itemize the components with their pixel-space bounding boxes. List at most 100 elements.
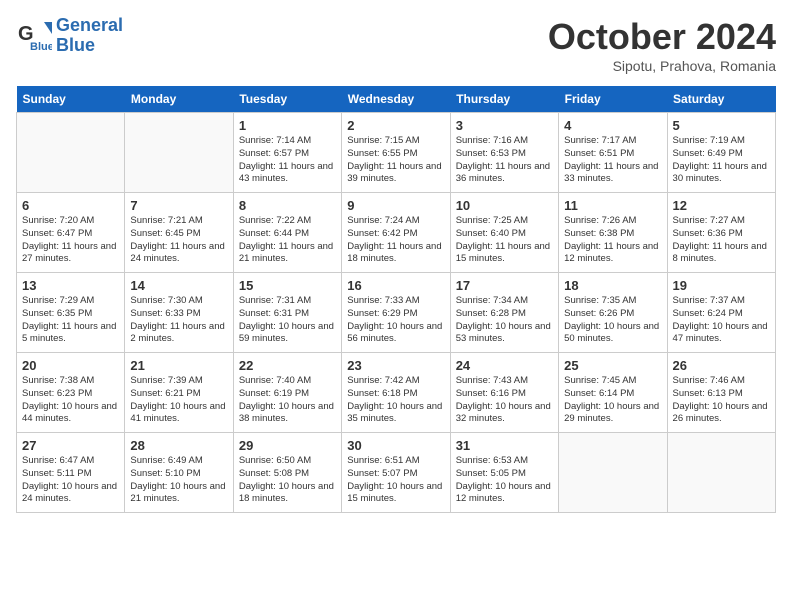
logo: G Blue General Blue	[16, 16, 123, 56]
calendar-cell	[559, 433, 667, 513]
calendar-cell	[17, 113, 125, 193]
week-row-2: 6 Sunrise: 7:20 AM Sunset: 6:47 PM Daylig…	[17, 193, 776, 273]
day-number: 31	[456, 438, 553, 453]
calendar-cell: 1Sunrise: 7:14 AM Sunset: 6:57 PM Daylig…	[233, 113, 341, 193]
title-block: October 2024 Sipotu, Prahova, Romania	[548, 16, 776, 74]
column-header-saturday: Saturday	[667, 86, 775, 113]
day-info: Sunrise: 7:21 AM Sunset: 6:45 PM Dayligh…	[130, 215, 227, 266]
day-info: Sunrise: 7:43 AM Sunset: 6:16 PM Dayligh…	[456, 375, 553, 426]
calendar-cell: 22Sunrise: 7:40 AM Sunset: 6:19 PM Dayli…	[233, 353, 341, 433]
day-number: 13	[22, 278, 119, 293]
calendar-cell: 10 Sunrise: 7:25 AM Sunset: 6:40 PM Dayli…	[450, 193, 558, 273]
calendar-cell: 11 Sunrise: 7:26 AM Sunset: 6:38 PM Dayli…	[559, 193, 667, 273]
location-subtitle: Sipotu, Prahova, Romania	[548, 58, 776, 74]
calendar-cell: 15Sunrise: 7:31 AM Sunset: 6:31 PM Dayli…	[233, 273, 341, 353]
day-info: Sunrise: 7:15 AM Sunset: 6:55 PM Dayligh…	[347, 135, 444, 186]
day-number: 7	[130, 198, 227, 213]
day-info: Sunrise: 7:40 AM Sunset: 6:19 PM Dayligh…	[239, 375, 336, 426]
day-info: Sunrise: 7:19 AM Sunset: 6:49 PM Dayligh…	[673, 135, 770, 186]
column-header-sunday: Sunday	[17, 86, 125, 113]
logo-text: General Blue	[56, 16, 123, 56]
calendar-header-row: SundayMondayTuesdayWednesdayThursdayFrid…	[17, 86, 776, 113]
day-number: 6	[22, 198, 119, 213]
day-info: Sunrise: 7:22 AM Sunset: 6:44 PM Dayligh…	[239, 215, 336, 266]
calendar-cell	[125, 113, 233, 193]
calendar-cell: 16 Sunrise: 7:33 AM Sunset: 6:29 PM Dayli…	[342, 273, 450, 353]
week-row-4: 20 Sunrise: 7:38 AM Sunset: 6:23 PM Dayli…	[17, 353, 776, 433]
calendar-cell: 27 Sunrise: 6:47 AM Sunset: 5:11 PM Dayli…	[17, 433, 125, 513]
day-number: 17	[456, 278, 553, 293]
day-number: 29	[239, 438, 336, 453]
calendar-cell: 14 Sunrise: 7:30 AM Sunset: 6:33 PM Dayli…	[125, 273, 233, 353]
month-title: October 2024	[548, 16, 776, 58]
day-info: Sunrise: 7:29 AM Sunset: 6:35 PM Dayligh…	[22, 295, 119, 346]
page-header: G Blue General Blue October 2024 Sipotu,…	[16, 16, 776, 74]
day-info: Sunrise: 7:26 AM Sunset: 6:38 PM Dayligh…	[564, 215, 661, 266]
svg-text:Blue: Blue	[30, 41, 52, 53]
day-number: 27	[22, 438, 119, 453]
column-header-monday: Monday	[125, 86, 233, 113]
day-info: Sunrise: 7:30 AM Sunset: 6:33 PM Dayligh…	[130, 295, 227, 346]
day-info: Sunrise: 7:46 AM Sunset: 6:13 PM Dayligh…	[673, 375, 770, 426]
calendar-cell: 8Sunrise: 7:22 AM Sunset: 6:44 PM Daylig…	[233, 193, 341, 273]
calendar-cell: 17 Sunrise: 7:34 AM Sunset: 6:28 PM Dayli…	[450, 273, 558, 353]
day-info: Sunrise: 7:31 AM Sunset: 6:31 PM Dayligh…	[239, 295, 336, 346]
calendar-cell: 24Sunrise: 7:43 AM Sunset: 6:16 PM Dayli…	[450, 353, 558, 433]
day-number: 30	[347, 438, 444, 453]
day-info: Sunrise: 6:53 AM Sunset: 5:05 PM Dayligh…	[456, 455, 553, 506]
day-info: Sunrise: 6:47 AM Sunset: 5:11 PM Dayligh…	[22, 455, 119, 506]
calendar-cell: 25Sunrise: 7:45 AM Sunset: 6:14 PM Dayli…	[559, 353, 667, 433]
calendar-cell: 31 Sunrise: 6:53 AM Sunset: 5:05 PM Dayli…	[450, 433, 558, 513]
column-header-wednesday: Wednesday	[342, 86, 450, 113]
week-row-3: 13 Sunrise: 7:29 AM Sunset: 6:35 PM Dayli…	[17, 273, 776, 353]
day-number: 10	[456, 198, 553, 213]
day-info: Sunrise: 7:25 AM Sunset: 6:40 PM Dayligh…	[456, 215, 553, 266]
day-info: Sunrise: 7:14 AM Sunset: 6:57 PM Dayligh…	[239, 135, 336, 186]
day-info: Sunrise: 7:20 AM Sunset: 6:47 PM Dayligh…	[22, 215, 119, 266]
column-header-friday: Friday	[559, 86, 667, 113]
calendar-cell: 9 Sunrise: 7:24 AM Sunset: 6:42 PM Daylig…	[342, 193, 450, 273]
day-info: Sunrise: 7:42 AM Sunset: 6:18 PM Dayligh…	[347, 375, 444, 426]
day-info: Sunrise: 7:33 AM Sunset: 6:29 PM Dayligh…	[347, 295, 444, 346]
calendar-cell: 13 Sunrise: 7:29 AM Sunset: 6:35 PM Dayli…	[17, 273, 125, 353]
day-number: 18	[564, 278, 661, 293]
day-number: 11	[564, 198, 661, 213]
day-number: 26	[673, 358, 770, 373]
day-info: Sunrise: 7:39 AM Sunset: 6:21 PM Dayligh…	[130, 375, 227, 426]
day-info: Sunrise: 7:37 AM Sunset: 6:24 PM Dayligh…	[673, 295, 770, 346]
column-header-tuesday: Tuesday	[233, 86, 341, 113]
day-info: Sunrise: 7:45 AM Sunset: 6:14 PM Dayligh…	[564, 375, 661, 426]
calendar-cell: 18 Sunrise: 7:35 AM Sunset: 6:26 PM Dayli…	[559, 273, 667, 353]
calendar-cell: 7 Sunrise: 7:21 AM Sunset: 6:45 PM Daylig…	[125, 193, 233, 273]
day-number: 16	[347, 278, 444, 293]
day-number: 3	[456, 118, 553, 133]
calendar-table: SundayMondayTuesdayWednesdayThursdayFrid…	[16, 86, 776, 513]
day-number: 2	[347, 118, 444, 133]
day-info: Sunrise: 6:49 AM Sunset: 5:10 PM Dayligh…	[130, 455, 227, 506]
calendar-cell: 28 Sunrise: 6:49 AM Sunset: 5:10 PM Dayli…	[125, 433, 233, 513]
day-info: Sunrise: 7:24 AM Sunset: 6:42 PM Dayligh…	[347, 215, 444, 266]
day-info: Sunrise: 6:50 AM Sunset: 5:08 PM Dayligh…	[239, 455, 336, 506]
day-info: Sunrise: 7:34 AM Sunset: 6:28 PM Dayligh…	[456, 295, 553, 346]
day-number: 28	[130, 438, 227, 453]
week-row-5: 27 Sunrise: 6:47 AM Sunset: 5:11 PM Dayli…	[17, 433, 776, 513]
day-number: 5	[673, 118, 770, 133]
day-number: 19	[673, 278, 770, 293]
calendar-cell: 19 Sunrise: 7:37 AM Sunset: 6:24 PM Dayli…	[667, 273, 775, 353]
calendar-cell	[667, 433, 775, 513]
day-info: Sunrise: 7:35 AM Sunset: 6:26 PM Dayligh…	[564, 295, 661, 346]
day-number: 23	[347, 358, 444, 373]
calendar-cell: 12Sunrise: 7:27 AM Sunset: 6:36 PM Dayli…	[667, 193, 775, 273]
calendar-cell: 6 Sunrise: 7:20 AM Sunset: 6:47 PM Daylig…	[17, 193, 125, 273]
calendar-cell: 26 Sunrise: 7:46 AM Sunset: 6:13 PM Dayli…	[667, 353, 775, 433]
day-number: 14	[130, 278, 227, 293]
calendar-cell: 29 Sunrise: 6:50 AM Sunset: 5:08 PM Dayli…	[233, 433, 341, 513]
calendar-cell: 20 Sunrise: 7:38 AM Sunset: 6:23 PM Dayli…	[17, 353, 125, 433]
day-info: Sunrise: 6:51 AM Sunset: 5:07 PM Dayligh…	[347, 455, 444, 506]
day-number: 9	[347, 198, 444, 213]
day-number: 20	[22, 358, 119, 373]
day-info: Sunrise: 7:38 AM Sunset: 6:23 PM Dayligh…	[22, 375, 119, 426]
calendar-cell: 2 Sunrise: 7:15 AM Sunset: 6:55 PM Daylig…	[342, 113, 450, 193]
calendar-cell: 3Sunrise: 7:16 AM Sunset: 6:53 PM Daylig…	[450, 113, 558, 193]
day-number: 12	[673, 198, 770, 213]
